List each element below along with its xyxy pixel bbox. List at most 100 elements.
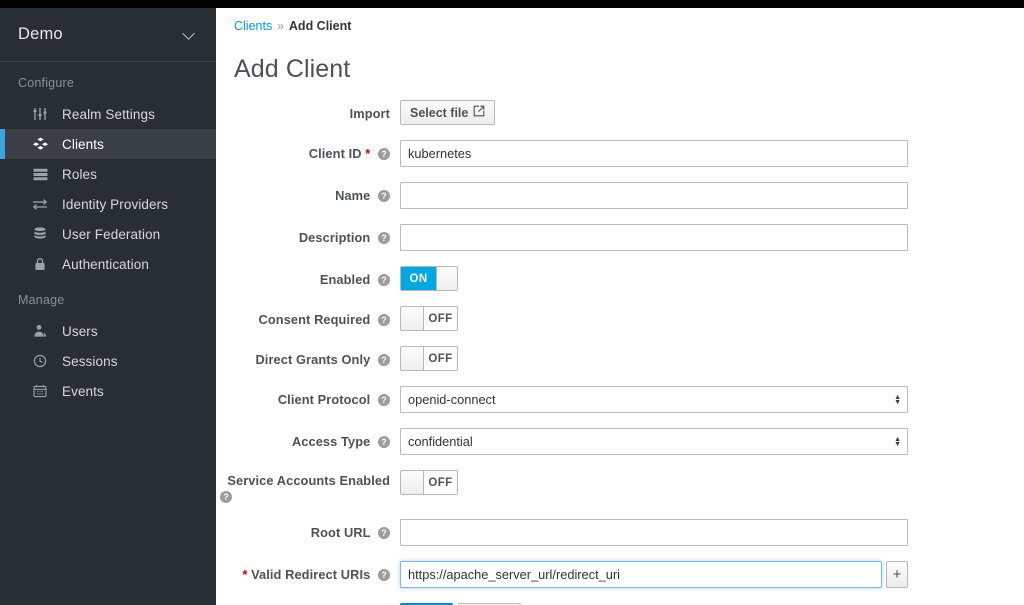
description-input[interactable] [400, 224, 908, 251]
sidebar-item-authentication[interactable]: Authentication [0, 249, 216, 279]
form-row-client-protocol: Client Protocol ? openid-connect ▲ ▼ [216, 386, 1024, 413]
label-client-id: Client ID * ? [216, 140, 390, 162]
help-icon[interactable]: ? [220, 491, 232, 503]
enabled-toggle[interactable]: ON [400, 266, 458, 291]
control-client-id [400, 140, 908, 167]
direct-grants-only-toggle-state: OFF [424, 347, 457, 370]
label-valid-redirect-uris: * Valid Redirect URIs ? [216, 561, 390, 583]
sidebar-item-user-federation[interactable]: User Federation [0, 219, 216, 249]
help-icon[interactable]: ? [378, 569, 390, 581]
sidebar-item-label: Realm Settings [62, 106, 155, 122]
realm-selector[interactable]: Demo [0, 8, 216, 62]
sidebar-item-label: Authentication [62, 256, 149, 272]
help-icon[interactable]: ? [378, 354, 390, 366]
exchange-arrows-icon [30, 196, 50, 212]
clock-icon [30, 353, 50, 369]
realm-name: Demo [18, 25, 63, 43]
sidebar-item-events[interactable]: Events [0, 376, 216, 406]
chevron-down-icon [183, 28, 196, 41]
client-protocol-select[interactable]: openid-connect [400, 386, 908, 413]
form-row-direct-grants-only: Direct Grants Only ? OFF [216, 346, 1024, 371]
label-valid-redirect-uris-text: Valid Redirect URIs [251, 567, 371, 582]
client-protocol-select-wrap: openid-connect ▲ ▼ [400, 386, 908, 413]
control-service-accounts-enabled: OFF [400, 470, 458, 495]
nav-group-title-manage: Manage [18, 293, 65, 307]
form-row-description: Description ? [216, 224, 1024, 251]
breadcrumb-link-clients[interactable]: Clients [234, 19, 272, 33]
help-icon[interactable]: ? [378, 527, 390, 539]
sidebar-item-identity-providers[interactable]: Identity Providers [0, 189, 216, 219]
control-valid-redirect-uris: + [400, 561, 908, 588]
name-input[interactable] [400, 182, 908, 209]
form-row-root-url: Root URL ? [216, 519, 1024, 546]
label-name: Name ? [216, 182, 390, 204]
access-type-select-wrap: confidential ▲ ▼ [400, 428, 908, 455]
service-accounts-enabled-toggle[interactable]: OFF [400, 470, 458, 495]
label-consent-required-text: Consent Required [258, 312, 371, 327]
required-marker: * [365, 146, 371, 161]
help-icon[interactable]: ? [378, 274, 390, 286]
breadcrumb: Clients » Add Client [216, 8, 1024, 33]
direct-grants-only-toggle[interactable]: OFF [400, 346, 458, 371]
breadcrumb-current: Add Client [288, 19, 352, 33]
select-file-button[interactable]: Select file [400, 100, 496, 125]
toggle-handle [401, 347, 424, 370]
sidebar-item-label: User Federation [62, 226, 161, 242]
access-type-select[interactable]: confidential [400, 428, 908, 455]
sidebar-item-sessions[interactable]: Sessions [0, 346, 216, 376]
file-export-icon [473, 105, 485, 120]
help-icon[interactable]: ? [378, 436, 390, 448]
sidebar-item-label: Users [62, 323, 98, 339]
top-black-bar [0, 0, 1024, 8]
label-client-protocol-text: Client Protocol [277, 392, 371, 407]
label-service-accounts-enabled: Service Accounts Enabled ? [216, 470, 390, 503]
help-icon[interactable]: ? [378, 314, 390, 326]
label-enabled-text: Enabled [319, 272, 371, 287]
label-import-text: Import [349, 106, 390, 121]
help-icon[interactable]: ? [378, 394, 390, 406]
label-access-type: Access Type ? [216, 428, 390, 450]
help-icon[interactable]: ? [378, 148, 390, 160]
help-icon[interactable]: ? [378, 232, 390, 244]
form-row-enabled: Enabled ? ON [216, 266, 1024, 291]
sliders-icon [30, 106, 50, 122]
control-description [400, 224, 908, 251]
control-access-type: confidential ▲ ▼ [400, 428, 908, 455]
add-redirect-uri-button[interactable]: + [886, 561, 908, 588]
label-service-accounts-enabled-text: Service Accounts Enabled [227, 473, 390, 488]
sidebar-item-clients[interactable]: Clients [0, 129, 216, 159]
label-description: Description ? [216, 224, 390, 246]
root-url-input[interactable] [400, 519, 908, 546]
label-description-text: Description [298, 230, 371, 245]
label-direct-grants-only-text: Direct Grants Only [255, 352, 371, 367]
label-access-type-text: Access Type [291, 434, 371, 449]
form-row-import: Import Select file [216, 100, 1024, 125]
cubes-icon [30, 136, 50, 152]
label-direct-grants-only: Direct Grants Only ? [216, 346, 390, 368]
label-root-url-text: Root URL [310, 525, 371, 540]
label-client-id-text: Client ID [308, 146, 362, 161]
form-row-client-id: Client ID * ? [216, 140, 1024, 167]
list-rows-icon [30, 166, 50, 182]
toggle-handle [401, 307, 424, 330]
label-import: Import [216, 100, 390, 122]
sidebar-item-roles[interactable]: Roles [0, 159, 216, 189]
select-file-label: Select file [410, 105, 469, 120]
keycloak-admin-console: Demo Configure Realm Settings Clients Ro… [0, 0, 1024, 605]
main-content: Clients » Add Client Add Client Import Sel… [216, 8, 1024, 605]
control-name [400, 182, 908, 209]
help-icon[interactable]: ? [378, 190, 390, 202]
sidebar-item-label: Events [62, 383, 104, 399]
toggle-handle [401, 471, 424, 494]
lock-icon [30, 256, 50, 272]
sidebar-item-label: Clients [62, 136, 104, 152]
client-id-input[interactable] [400, 140, 908, 167]
sidebar-item-users[interactable]: Users [0, 316, 216, 346]
user-icon [30, 323, 50, 339]
sidebar: Demo Configure Realm Settings Clients Ro… [0, 8, 216, 605]
control-direct-grants-only: OFF [400, 346, 458, 371]
consent-required-toggle[interactable]: OFF [400, 306, 458, 331]
valid-redirect-uris-input[interactable] [400, 561, 882, 588]
sidebar-item-realm-settings[interactable]: Realm Settings [0, 99, 216, 129]
form-row-service-accounts-enabled: Service Accounts Enabled ? OFF [216, 470, 1024, 503]
